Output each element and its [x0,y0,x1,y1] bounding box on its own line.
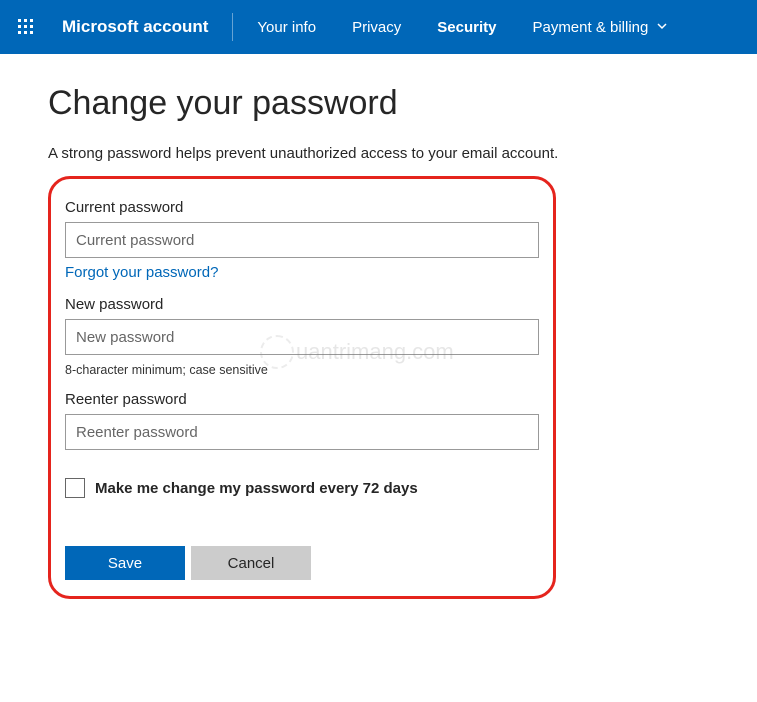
checkbox-row: Make me change my password every 72 days [65,478,539,498]
nav-your-info[interactable]: Your info [239,0,334,54]
page-title: Change your password [48,84,709,123]
chevron-down-icon [656,19,668,36]
force-change-checkbox[interactable] [65,478,85,498]
current-password-label: Current password [65,199,539,216]
nav-privacy[interactable]: Privacy [334,0,419,54]
new-password-input[interactable] [65,319,539,355]
force-change-label: Make me change my password every 72 days [95,480,418,497]
reenter-password-input[interactable] [65,414,539,450]
current-password-input[interactable] [65,222,539,258]
button-row: Save Cancel [65,546,539,580]
forgot-password-link[interactable]: Forgot your password? [65,264,218,281]
password-form-highlight: Current password Forgot your password? N… [48,176,556,599]
header-bar: Microsoft account Your info Privacy Secu… [0,0,757,54]
new-password-label: New password [65,296,539,313]
save-button[interactable]: Save [65,546,185,580]
page-subtitle: A strong password helps prevent unauthor… [48,145,709,162]
password-hint: 8-character minimum; case sensitive [65,363,539,377]
cancel-button[interactable]: Cancel [191,546,311,580]
nav-security[interactable]: Security [419,0,514,54]
content-area: Change your password A strong password h… [0,54,757,629]
nav-payment-billing-label: Payment & billing [532,19,648,36]
reenter-password-label: Reenter password [65,391,539,408]
brand-title[interactable]: Microsoft account [62,17,208,37]
header-divider [232,13,233,41]
nav-payment-billing[interactable]: Payment & billing [514,0,686,54]
app-launcher-icon[interactable] [8,9,44,45]
